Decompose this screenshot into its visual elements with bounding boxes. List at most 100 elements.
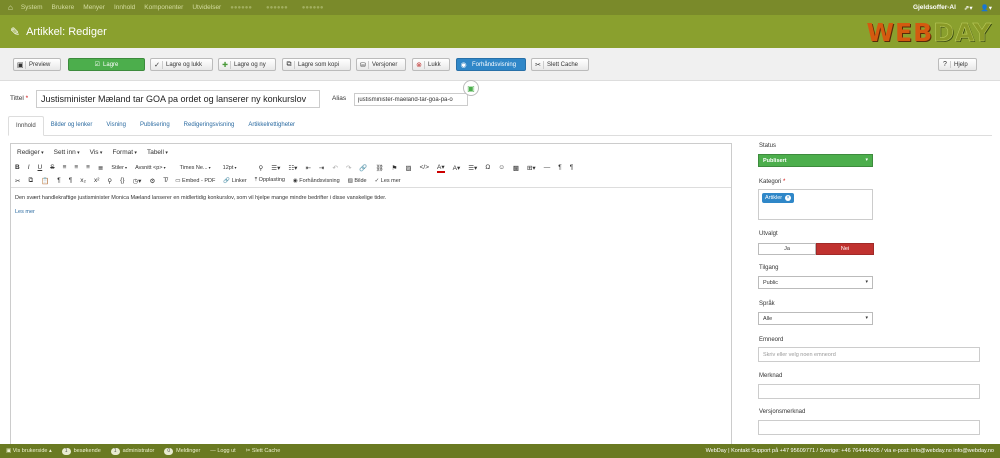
subscript-icon[interactable]: x₂: [80, 177, 86, 184]
save-close-button[interactable]: ✓ Lagre og lukk: [150, 58, 213, 71]
code-icon[interactable]: </>: [420, 164, 429, 171]
image-icon[interactable]: ▨: [405, 164, 411, 172]
category-chip[interactable]: Artikler ×: [762, 193, 795, 203]
tab-content[interactable]: Innhold: [8, 116, 44, 136]
nav-item-users[interactable]: Brukere: [52, 4, 75, 11]
messages-indicator[interactable]: 0 Meldinger: [164, 447, 200, 455]
numbered-list-icon[interactable]: ☷▾: [288, 164, 297, 172]
user-icon[interactable]: 👤▾: [981, 4, 992, 12]
admins-indicator[interactable]: 1 administrator: [110, 447, 154, 455]
close-button[interactable]: ⊗ Lukk: [412, 58, 450, 71]
preview-button[interactable]: ▣ Preview: [13, 58, 61, 71]
editor-preview-button[interactable]: ◉ Forhåndsvisning: [293, 178, 340, 184]
access-select[interactable]: Public ▾: [758, 276, 873, 289]
align-left-icon[interactable]: ≡: [63, 164, 67, 171]
ltr-icon[interactable]: ¶: [558, 164, 562, 171]
paste-icon[interactable]: 📋: [41, 177, 49, 185]
table-icon[interactable]: ⊞▾: [527, 164, 536, 172]
rtl-icon[interactable]: ¶: [570, 164, 574, 171]
italic-icon[interactable]: I: [28, 164, 30, 171]
note-input[interactable]: [758, 384, 980, 399]
menu-edit[interactable]: Rediger: [17, 149, 44, 156]
save-new-button[interactable]: ✚ Lagre og ny: [218, 58, 276, 71]
size-dropdown[interactable]: 12pt: [223, 165, 237, 171]
editor-content[interactable]: Den svært handlekraftige justisminister …: [11, 187, 731, 447]
nav-item-content[interactable]: Innhold: [114, 4, 135, 11]
clock-icon[interactable]: ◷▾: [133, 177, 142, 185]
styles-dropdown[interactable]: Stiler: [111, 165, 127, 171]
copy-icon[interactable]: ⧉: [28, 177, 33, 185]
paragraph-icon[interactable]: ¶: [57, 177, 61, 184]
featured-no-button[interactable]: Nei: [816, 243, 874, 255]
anchor-icon[interactable]: ⚑: [392, 164, 398, 172]
redo-icon[interactable]: ↷: [346, 164, 351, 172]
text-color-icon[interactable]: A▾: [437, 163, 445, 173]
home-icon[interactable]: ⌂: [8, 3, 13, 12]
nav-item-system[interactable]: System: [21, 4, 43, 11]
unlink-icon[interactable]: ⛓: [375, 164, 383, 172]
menu-insert[interactable]: Sett inn: [54, 149, 80, 156]
bullet-list-icon[interactable]: ☰▾: [271, 164, 280, 172]
status-select[interactable]: Publisert ▾: [758, 154, 873, 167]
save-button[interactable]: ☑ Lagre: [68, 58, 145, 71]
tags-input[interactable]: Skriv eller velg noen emneord: [758, 347, 980, 362]
nav-item-extensions[interactable]: Utvidelser: [192, 4, 221, 11]
strikethrough-icon[interactable]: S: [50, 164, 54, 171]
outdent-icon[interactable]: ⇤: [305, 164, 310, 172]
help-button[interactable]: ? Hjelp: [938, 58, 977, 71]
featured-yes-button[interactable]: Ja: [758, 243, 816, 255]
alias-input[interactable]: [354, 93, 468, 106]
logout-link[interactable]: — Logg ut: [210, 448, 235, 454]
readmore-button[interactable]: ✓ Les mer: [375, 178, 401, 184]
frontend-preview-button[interactable]: ◉ Forhåndsvisning: [456, 58, 526, 71]
menu-view[interactable]: Vis: [90, 149, 103, 156]
title-input[interactable]: [36, 90, 320, 108]
nav-extra-2[interactable]: ●●●●●●: [266, 5, 288, 11]
omega-icon[interactable]: Ω: [485, 164, 490, 171]
remove-icon[interactable]: ×: [785, 195, 792, 201]
cut-icon[interactable]: ✂: [15, 177, 20, 185]
tab-publishing[interactable]: Publisering: [133, 116, 177, 136]
tab-editor-view[interactable]: Redigeringsvisning: [177, 116, 242, 136]
emoji-icon[interactable]: ☺: [498, 164, 505, 171]
menu-format[interactable]: Format: [112, 149, 137, 156]
menu-table[interactable]: Tabell: [147, 149, 168, 156]
align-center-icon[interactable]: ≡: [74, 164, 78, 171]
template-icon[interactable]: ⚙: [149, 177, 155, 185]
nav-extra-1[interactable]: ●●●●●●: [230, 5, 252, 11]
links-button[interactable]: 🔗 Linker: [223, 178, 246, 184]
embed-pdf-button[interactable]: ▭ Embed - PDF: [175, 178, 215, 184]
clear-cache-button[interactable]: ✂ Slett Cache: [531, 58, 589, 71]
image-button[interactable]: ▨ Bilde: [348, 178, 367, 184]
status-clear-cache-link[interactable]: ✂ Slett Cache: [246, 448, 281, 454]
hr-icon[interactable]: —: [544, 164, 551, 171]
superscript-icon[interactable]: x²: [94, 177, 99, 184]
nav-item-menus[interactable]: Menyer: [83, 4, 105, 11]
tab-images-links[interactable]: Bilder og lenker: [44, 116, 100, 136]
readmore-link[interactable]: Les mer: [15, 208, 727, 216]
tab-permissions[interactable]: Artikkelrettigheter: [241, 116, 302, 136]
underline-icon[interactable]: U: [38, 164, 43, 171]
braces-icon[interactable]: {}: [120, 177, 124, 184]
floating-save-icon[interactable]: ▣: [463, 80, 479, 96]
view-site-link[interactable]: ▣ Vis brukerside ▴: [6, 448, 52, 454]
upload-button[interactable]: ⤒ Opplasting: [255, 177, 285, 184]
link-icon[interactable]: 🔗: [359, 164, 367, 172]
clear-format-icon[interactable]: T̸: [163, 177, 167, 184]
external-link-icon[interactable]: ⇗▾: [964, 4, 973, 12]
language-select[interactable]: Alle ▾: [758, 312, 873, 325]
undo-icon[interactable]: ↶: [332, 164, 337, 172]
version-note-input[interactable]: [758, 420, 980, 435]
line-height-icon[interactable]: ☰▾: [468, 164, 477, 172]
background-color-icon[interactable]: A▾: [453, 164, 461, 172]
tab-display[interactable]: Visning: [99, 116, 133, 136]
visitors-indicator[interactable]: 1 besøkende: [61, 447, 101, 455]
paragraph-dropdown[interactable]: Avsnitt <p>: [135, 165, 166, 171]
indent-icon[interactable]: ⇥: [319, 164, 324, 172]
align-justify-icon[interactable]: ≣: [98, 164, 103, 172]
nav-item-components[interactable]: Komponenter: [144, 4, 183, 11]
search-icon[interactable]: ⚲: [107, 177, 112, 185]
nav-extra-3[interactable]: ●●●●●●: [302, 5, 324, 11]
versions-button[interactable]: ⛁ Versjoner: [356, 58, 406, 71]
media-icon[interactable]: ▩: [513, 164, 519, 172]
